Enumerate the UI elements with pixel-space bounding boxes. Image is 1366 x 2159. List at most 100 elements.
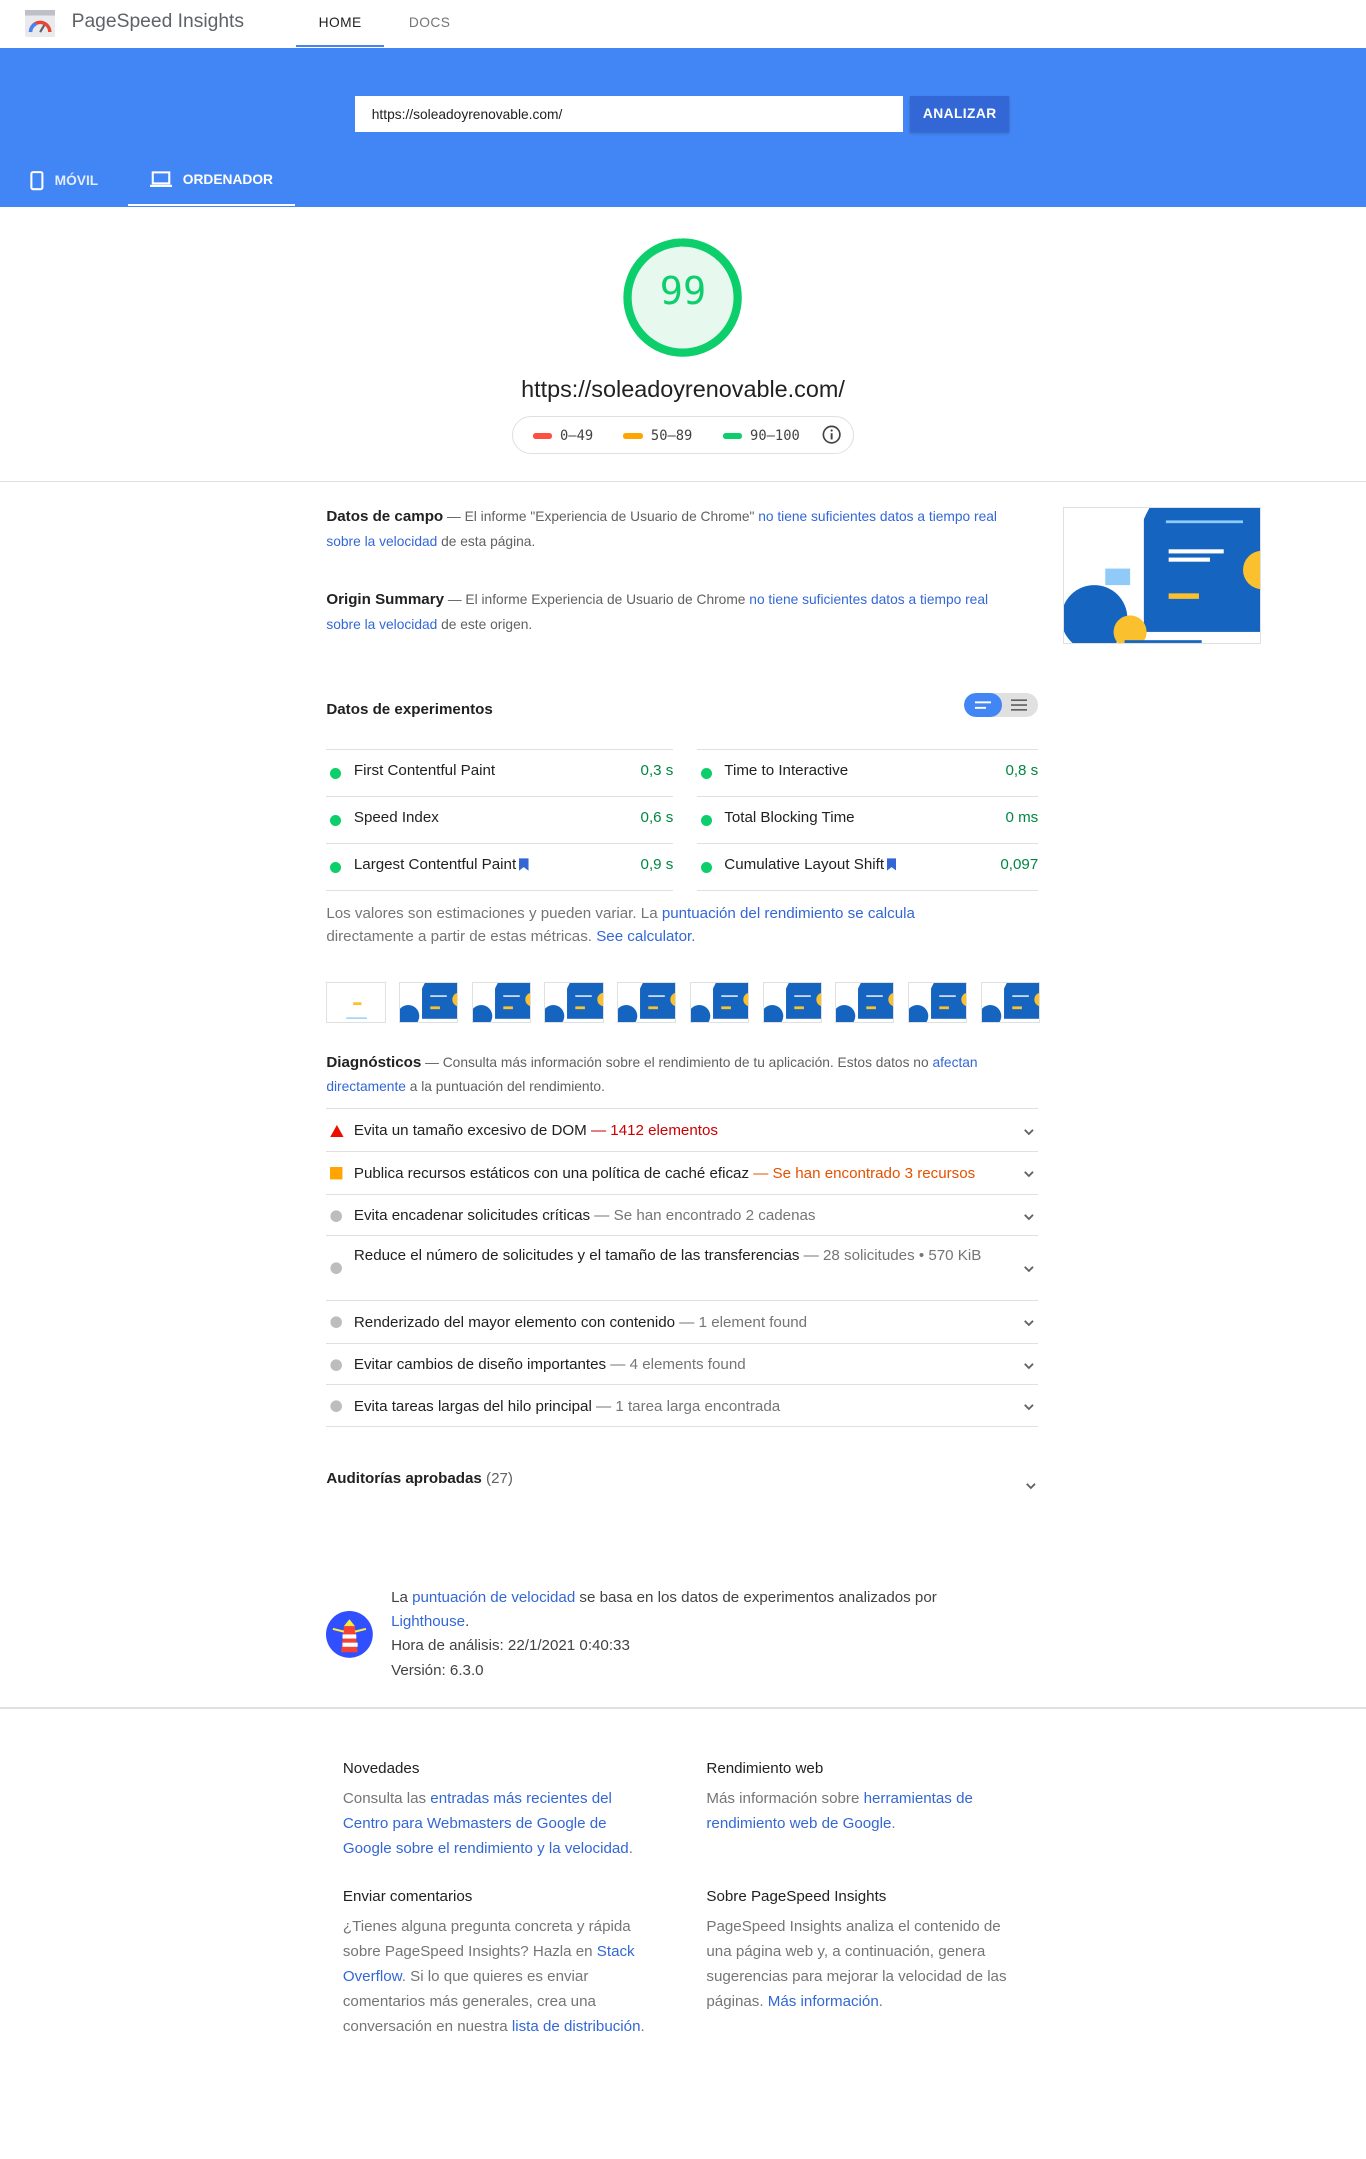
info-circle-icon — [330, 1210, 343, 1222]
filmstrip-frame — [471, 981, 531, 1024]
lighthouse-version: Versión: 6.3.0 — [391, 1661, 484, 1679]
performance-score: 99 — [659, 268, 707, 314]
score-calc-link[interactable]: puntuación del rendimiento se calcula — [662, 905, 915, 922]
audit-layout-shifts[interactable]: Evitar cambios de diseño importantes — 4… — [326, 1342, 1039, 1384]
metric-label: Largest Contentful Paint — [353, 856, 517, 874]
metric-value: 0,6 s — [640, 809, 674, 827]
compact-view-icon[interactable] — [974, 700, 992, 711]
filmstrip-frame — [980, 981, 1040, 1024]
footer-text-end: . — [891, 1815, 896, 1833]
chevron-down-icon[interactable] — [1022, 1316, 1036, 1330]
audit-detail: — 1412 elementos — [586, 1122, 718, 1140]
tab-mobile-label: MÓVIL — [54, 173, 99, 189]
lighthouse-link[interactable]: Lighthouse — [391, 1613, 465, 1630]
diagnostics-intro: — Consulta más información sobre el rend… — [421, 1054, 933, 1070]
metric-label: First Contentful Paint — [353, 762, 496, 780]
diagnostics-header: Diagnósticos — Consulta más información … — [326, 1051, 1015, 1101]
audit-title: Renderizado del mayor elemento con conte… — [353, 1313, 676, 1331]
info-icon[interactable] — [822, 425, 841, 444]
tab-desktop[interactable]: ORDENADOR — [128, 156, 295, 206]
legend-average: 50–89 — [623, 428, 692, 444]
speed-score-link[interactable]: puntuación de velocidad — [412, 1589, 575, 1606]
chevron-down-icon[interactable] — [1022, 1262, 1036, 1276]
screenshot-image — [1064, 507, 1261, 644]
audit-request-count[interactable]: Reduce el número de solicitudes y el tam… — [326, 1235, 1039, 1300]
audit-title: Evita tareas largas del hilo principal — [353, 1397, 592, 1415]
audit-detail: — Se han encontrado 2 cadenas — [590, 1207, 816, 1225]
tab-desktop-label: ORDENADOR — [182, 171, 273, 187]
info-circle-icon — [330, 1316, 343, 1328]
audit-long-tasks[interactable]: Evita tareas largas del hilo principal —… — [326, 1383, 1039, 1427]
tab-docs[interactable]: DOCS — [386, 0, 474, 48]
passed-audits-title: Auditorías aprobadas — [326, 1469, 482, 1487]
url-input[interactable] — [355, 96, 904, 133]
fail-triangle-icon — [330, 1124, 345, 1138]
audit-dom-size[interactable]: Evita un tamaño excesivo de DOM — 1412 e… — [326, 1108, 1039, 1151]
pass-marker-icon — [722, 433, 742, 439]
metric-label: Speed Index — [353, 809, 439, 827]
chevron-down-icon[interactable] — [1024, 1479, 1038, 1493]
see-calculator-link[interactable]: See calculator. — [596, 928, 695, 945]
tab-home[interactable]: HOME — [296, 0, 385, 48]
laptop-icon — [149, 171, 172, 188]
lighthouse-period: . — [465, 1613, 470, 1631]
footer-about-title: Sobre PageSpeed Insights — [706, 1888, 887, 1906]
metric-value: 0,3 s — [640, 762, 674, 780]
lab-data-title: Datos de experimentos — [326, 701, 493, 719]
pagespeed-logo-icon — [24, 9, 56, 38]
footer-news: Novedades Consulta las entradas más reci… — [343, 1757, 657, 1862]
footer-about: Sobre PageSpeed Insights PageSpeed Insig… — [706, 1885, 1020, 2014]
audit-title: Evita un tamaño excesivo de DOM — [353, 1122, 587, 1140]
chevron-down-icon[interactable] — [1022, 1359, 1036, 1373]
metric-value: 0,8 s — [1005, 762, 1039, 780]
info-circle-icon — [330, 1400, 343, 1412]
field-data-title: Datos de campo — [326, 508, 444, 526]
analysis-time: Hora de análisis: 22/1/2021 0:40:33 — [391, 1637, 630, 1655]
filmstrip-frame — [326, 981, 386, 1024]
expanded-view-icon[interactable] — [1010, 698, 1028, 712]
more-info-link[interactable]: Más información — [768, 1993, 879, 2010]
note-text: Los valores son estimaciones y pueden va… — [326, 904, 662, 922]
filmstrip-frame — [399, 981, 459, 1024]
footer-text-end: . — [878, 1992, 883, 2010]
app-title[interactable]: PageSpeed Insights — [72, 11, 244, 33]
note-text-mid: directamente a partir de estas métricas. — [326, 928, 597, 946]
tab-mobile[interactable]: MÓVIL — [0, 156, 128, 207]
origin-summary-text-end: de este origen. — [437, 616, 533, 632]
chevron-down-icon[interactable] — [1022, 1167, 1036, 1181]
footer-text-end: . — [628, 1839, 633, 1857]
average-marker-icon — [623, 433, 643, 439]
score-legend: 0–49 50–89 90–100 — [512, 415, 854, 455]
metrics-view-toggle[interactable] — [963, 692, 1039, 718]
diagnostics-intro-end: a la puntuación del rendimiento. — [405, 1079, 605, 1095]
metric-cls: Cumulative Layout Shift 0,097 — [696, 842, 1039, 891]
pass-dot-icon — [700, 814, 712, 826]
footer-text: Más información sobre — [706, 1790, 864, 1808]
mailing-list-link[interactable]: lista de distribución — [512, 2018, 641, 2035]
audit-detail: — 28 solicitudes • 570 KiB — [799, 1247, 982, 1265]
audit-detail: — 1 element found — [675, 1313, 808, 1331]
passed-audits-toggle[interactable]: Auditorías aprobadas (27) — [326, 1467, 1038, 1492]
field-data-text: — El informe "Experiencia de Usuario de … — [443, 509, 759, 525]
fail-marker-icon — [532, 433, 552, 439]
audit-critical-chains[interactable]: Evita encadenar solicitudes críticas — S… — [326, 1193, 1039, 1235]
footer-feedback: Enviar comentarios ¿Tienes alguna pregun… — [343, 1885, 657, 2039]
metric-label: Cumulative Layout Shift — [724, 856, 885, 874]
filmstrip-frame — [689, 981, 750, 1024]
metric-value: 0,9 s — [640, 856, 674, 874]
info-circle-icon — [330, 1262, 343, 1275]
chevron-down-icon[interactable] — [1022, 1400, 1036, 1414]
chevron-down-icon[interactable] — [1022, 1210, 1036, 1224]
footer-text: ¿Tienes alguna pregunta concreta y rápid… — [342, 1918, 631, 1961]
field-data-text-end: de esta página. — [437, 534, 536, 550]
lighthouse-info: La puntuación de velocidad se basa en lo… — [391, 1586, 997, 1682]
lighthouse-text-mid: se basa en los datos de experimentos ana… — [575, 1589, 937, 1607]
audit-detail: — 4 elements found — [606, 1356, 746, 1374]
analyze-button[interactable]: ANALIZAR — [910, 96, 1010, 133]
chevron-down-icon[interactable] — [1022, 1125, 1036, 1139]
metric-label-wrap: Cumulative Layout Shift — [724, 856, 897, 874]
audit-title: Evitar cambios de diseño importantes — [353, 1356, 607, 1374]
audit-cache-policy[interactable]: Publica recursos estáticos con una polít… — [326, 1151, 1039, 1194]
divider — [0, 480, 1366, 482]
audit-lcp-element[interactable]: Renderizado del mayor elemento con conte… — [326, 1299, 1039, 1343]
